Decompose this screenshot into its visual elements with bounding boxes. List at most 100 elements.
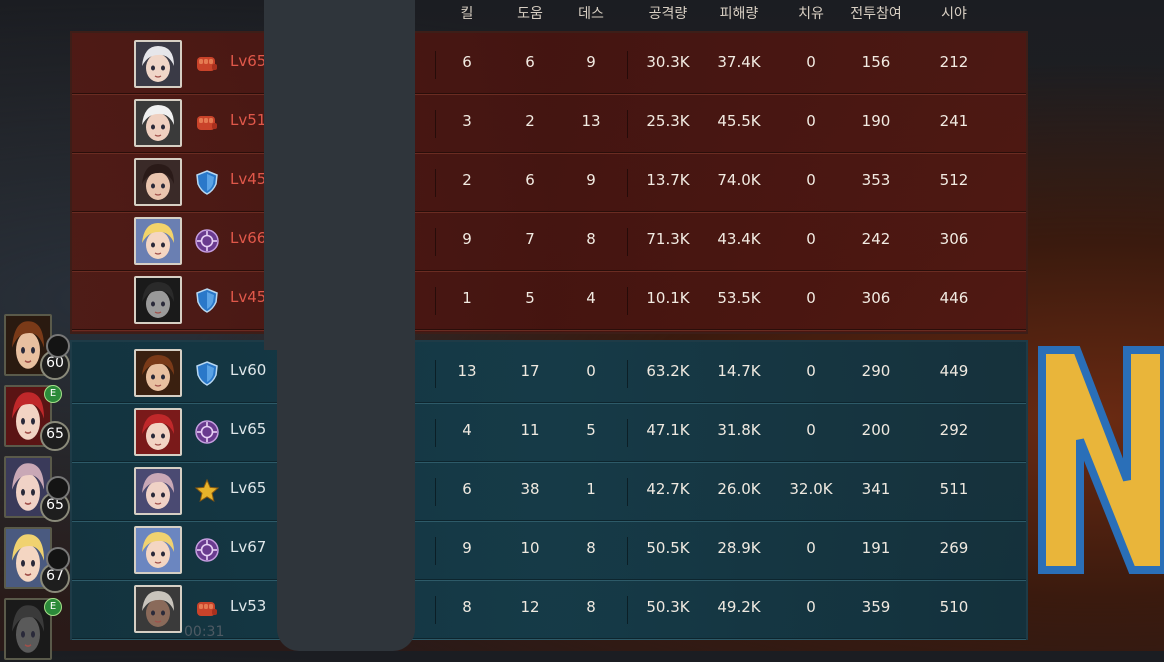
party-member-badge: E [44, 598, 62, 616]
attack-amount: 63.2K [646, 362, 690, 380]
match-timer: 00:31 [184, 624, 225, 640]
scoreboard-header: 킬 도움 데스 공격량 피해량 치유 전투참여 시야 [0, 0, 1164, 32]
player-level: Lv66 [230, 229, 267, 247]
participation-score: 242 [861, 230, 891, 248]
shield-icon [194, 169, 220, 195]
blue-player-row[interactable]: Lv65 6 38 1 42.7K 26.0K 32.0K 341 511 [72, 462, 1026, 522]
party-member-portrait[interactable]: 65 E [4, 385, 70, 451]
participation-score: 359 [861, 598, 891, 616]
death-count: 8 [586, 230, 596, 248]
player-portrait [134, 217, 182, 265]
fist-icon [194, 110, 220, 136]
player-portrait [134, 467, 182, 515]
attack-amount: 13.7K [646, 171, 690, 189]
player-level: Lv65 [230, 479, 267, 497]
attack-amount: 42.7K [646, 480, 690, 498]
player-portrait [134, 99, 182, 147]
vision-score: 446 [939, 289, 969, 307]
player-level: Lv65 [230, 52, 267, 70]
player-portrait [134, 408, 182, 456]
death-count: 8 [586, 539, 596, 557]
red-player-row[interactable]: Lv51 3 2 13 25.3K 45.5K 0 190 241 [72, 94, 1026, 154]
damage-taken: 26.0K [717, 480, 761, 498]
attack-amount: 71.3K [646, 230, 690, 248]
death-count: 13 [581, 112, 601, 130]
damage-taken: 31.8K [717, 421, 761, 439]
vision-score: 512 [939, 171, 969, 189]
party-member-portrait[interactable]: 67 [4, 527, 70, 593]
red-team-panel: Lv65 6 6 9 30.3K 37.4K 0 156 212 Lv51 3 2 13 25.3K 45.… [70, 31, 1028, 334]
damage-taken: 28.9K [717, 539, 761, 557]
col-deaths: 데스 [578, 6, 604, 22]
participation-score: 156 [861, 53, 891, 71]
red-player-row[interactable]: Lv45 1 5 4 10.1K 53.5K 0 306 446 [72, 271, 1026, 331]
col-damage: 피해량 [719, 6, 759, 22]
player-level: Lv53 [230, 597, 267, 615]
death-count: 0 [586, 362, 596, 380]
crosshair-icon [194, 419, 220, 445]
shield-icon [194, 360, 220, 386]
attack-amount: 25.3K [646, 112, 690, 130]
player-level: Lv65 [230, 420, 267, 438]
fist-icon [194, 596, 220, 622]
party-member-badge: E [44, 385, 62, 403]
vision-score: 212 [939, 53, 969, 71]
player-portrait [134, 349, 182, 397]
blue-player-row[interactable]: Lv67 9 10 8 50.5K 28.9K 0 191 269 [72, 521, 1026, 581]
death-count: 8 [586, 598, 596, 616]
blue-team-panel: Lv60 13 17 0 63.2K 14.7K 0 290 449 Lv65 4 11 5 47.1K 3… [70, 340, 1028, 640]
participation-score: 190 [861, 112, 891, 130]
player-portrait [134, 158, 182, 206]
death-count: 9 [586, 53, 596, 71]
player-level: Lv45 [230, 288, 267, 306]
damage-taken: 53.5K [717, 289, 761, 307]
party-member-portrait[interactable]: 60 [4, 314, 70, 380]
attack-amount: 10.1K [646, 289, 690, 307]
death-count: 9 [586, 171, 596, 189]
attack-amount: 47.1K [646, 421, 690, 439]
party-member-status-icon [46, 547, 70, 571]
party-member-level: 65 [40, 421, 70, 451]
damage-taken: 37.4K [717, 53, 761, 71]
col-participation: 전투참여 [850, 6, 902, 22]
red-player-row[interactable]: Lv66 9 7 8 71.3K 43.4K 0 242 306 [72, 212, 1026, 272]
red-player-row[interactable]: Lv45 2 6 9 13.7K 74.0K 0 353 512 [72, 153, 1026, 213]
participation-score: 191 [861, 539, 891, 557]
damage-taken: 45.5K [717, 112, 761, 130]
attack-amount: 50.3K [646, 598, 690, 616]
blue-player-row[interactable]: Lv60 13 17 0 63.2K 14.7K 0 290 449 [72, 344, 1026, 404]
vision-score: 511 [939, 480, 969, 498]
col-vision: 시야 [941, 6, 967, 22]
player-level: Lv60 [230, 361, 267, 379]
death-count: 1 [586, 480, 596, 498]
col-attack: 공격량 [648, 6, 688, 22]
blue-player-row[interactable]: Lv65 4 11 5 47.1K 31.8K 0 200 292 [72, 403, 1026, 463]
damage-taken: 14.7K [717, 362, 761, 380]
attack-amount: 50.5K [646, 539, 690, 557]
vision-score: 269 [939, 539, 969, 557]
vision-score: 449 [939, 362, 969, 380]
damage-taken: 43.4K [717, 230, 761, 248]
player-level: Lv51 [230, 111, 267, 129]
participation-score: 353 [861, 171, 891, 189]
crosshair-icon [194, 228, 220, 254]
shield-icon [194, 287, 220, 313]
player-portrait [134, 526, 182, 574]
vision-score: 241 [939, 112, 969, 130]
redacted-names-block [277, 0, 415, 651]
player-level: Lv45 [230, 170, 267, 188]
participation-score: 200 [861, 421, 891, 439]
party-member-portrait[interactable]: 65 [4, 456, 70, 522]
death-count: 5 [586, 421, 596, 439]
side-party-list: 60 65 E 65 67 E [0, 310, 70, 660]
star-icon [194, 478, 220, 504]
attack-amount: 30.3K [646, 53, 690, 71]
death-count: 4 [586, 289, 596, 307]
red-player-row[interactable]: Lv65 6 6 9 30.3K 37.4K 0 156 212 [72, 35, 1026, 95]
player-portrait [134, 40, 182, 88]
participation-score: 341 [861, 480, 891, 498]
vision-score: 306 [939, 230, 969, 248]
player-level: Lv67 [230, 538, 267, 556]
vision-score: 292 [939, 421, 969, 439]
party-member-status-icon [46, 476, 70, 500]
